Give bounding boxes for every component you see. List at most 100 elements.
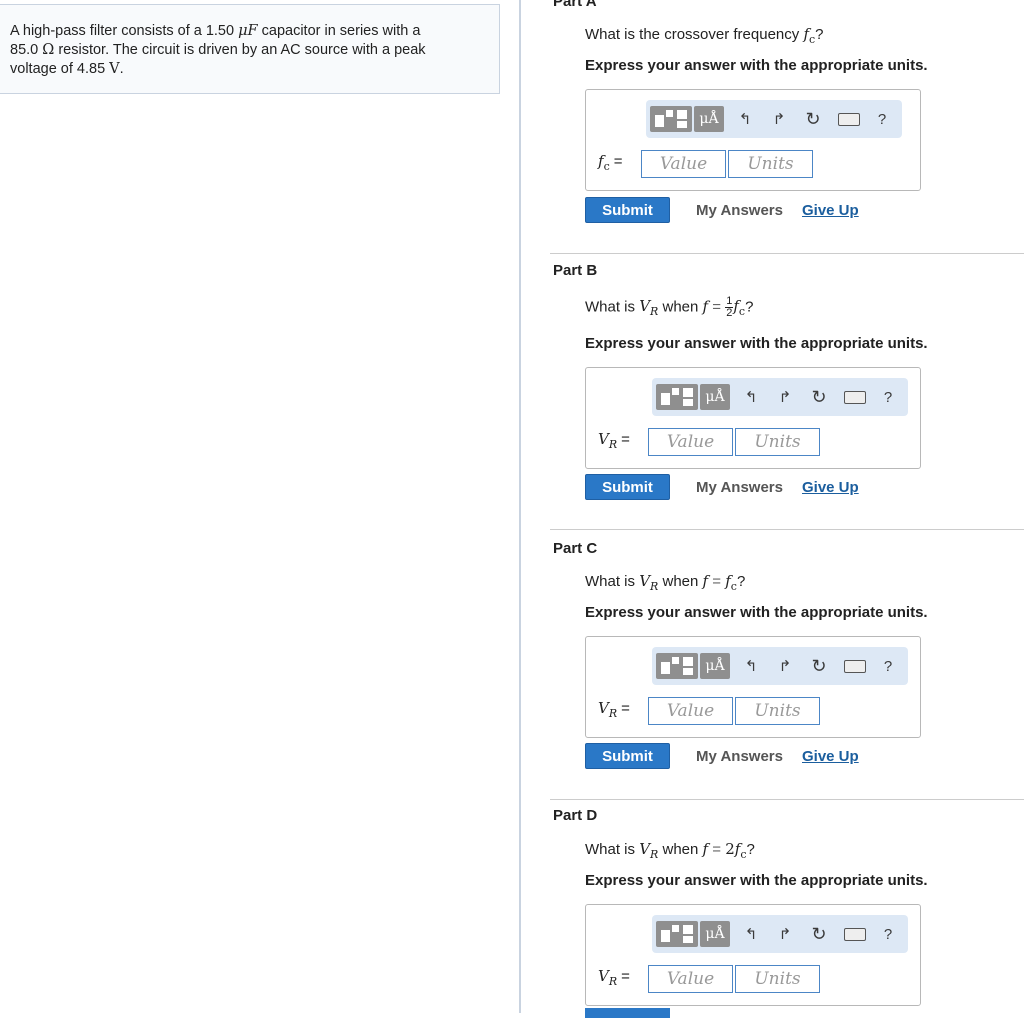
- redo-icon[interactable]: ↱: [774, 921, 796, 947]
- part-a-units-input[interactable]: Units: [728, 150, 813, 178]
- question-text: when: [662, 298, 699, 316]
- reset-icon[interactable]: ↻: [802, 106, 824, 132]
- label-var: V: [598, 967, 609, 985]
- problem-statement: A high-pass filter consists of a 1.50 μF…: [0, 4, 500, 94]
- problem-line-1: A high-pass filter consists of a 1.50 μF…: [10, 22, 489, 41]
- part-b-answer-panel: μÅ ↰ ↱ ↻ ? VR = Value Units: [585, 367, 921, 469]
- part-separator: [550, 529, 1024, 530]
- part-b-my-answers-link[interactable]: My Answers: [696, 479, 783, 496]
- part-c-give-up-link[interactable]: Give Up: [802, 748, 859, 765]
- label-sub: R: [608, 707, 618, 720]
- part-a-my-answers-link[interactable]: My Answers: [696, 202, 783, 219]
- help-icon[interactable]: ?: [878, 921, 898, 947]
- redo-icon[interactable]: ↱: [774, 653, 796, 679]
- question-var: VR: [639, 572, 659, 593]
- part-c-question: What is VR when f = fc?: [585, 572, 745, 593]
- var-v: V: [639, 297, 651, 316]
- part-a-give-up-link[interactable]: Give Up: [802, 202, 859, 219]
- capacitance-unit: μF: [238, 23, 258, 39]
- part-d-units-input[interactable]: Units: [735, 965, 820, 993]
- units-icon[interactable]: μÅ: [700, 653, 730, 679]
- part-a-submit-button[interactable]: Submit: [585, 197, 670, 223]
- label-eq: =: [613, 153, 623, 170]
- question-text: What is: [585, 573, 636, 590]
- question-var: fc: [803, 25, 815, 46]
- var-v: V: [639, 840, 651, 858]
- units-icon[interactable]: μÅ: [694, 106, 724, 132]
- part-separator: [550, 799, 1024, 800]
- part-c-value-input[interactable]: Value: [648, 697, 733, 725]
- column-divider: [519, 0, 521, 1013]
- question-text: What is the crossover frequency: [585, 26, 800, 43]
- question-var: VR: [639, 840, 658, 861]
- question-text: when: [662, 841, 699, 858]
- label-eq: =: [621, 431, 630, 448]
- help-icon[interactable]: ?: [878, 653, 898, 679]
- keyboard-icon[interactable]: [842, 921, 868, 947]
- units-icon[interactable]: μÅ: [700, 384, 730, 410]
- keyboard-icon[interactable]: [842, 653, 868, 679]
- question-text: when: [662, 573, 699, 590]
- keyboard-icon[interactable]: [842, 384, 868, 410]
- part-d-answer-label: VR =: [598, 967, 630, 988]
- label-sub: R: [608, 975, 618, 988]
- question-text: What is: [585, 841, 636, 858]
- var-sub: R: [650, 305, 659, 319]
- var-sub: R: [650, 580, 659, 593]
- template-icon[interactable]: [656, 653, 698, 679]
- question-mark: ?: [746, 841, 755, 858]
- part-c-title: Part C: [553, 540, 598, 557]
- question-mark: ?: [745, 298, 754, 316]
- help-icon[interactable]: ?: [878, 384, 898, 410]
- part-c-answer-label: VR =: [598, 699, 630, 720]
- keyboard-icon[interactable]: [836, 106, 862, 132]
- part-d-submit-button[interactable]: [585, 1008, 670, 1018]
- question-mark: ?: [815, 26, 824, 43]
- part-b-value-input[interactable]: Value: [648, 428, 733, 456]
- reset-icon[interactable]: ↻: [808, 384, 830, 410]
- part-a-toolbar: μÅ ↰ ↱ ↻ ?: [646, 100, 902, 138]
- part-a-title: Part A: [553, 0, 597, 10]
- part-b-question: What is VR when f = 1 2 fc?: [585, 296, 753, 319]
- units-icon[interactable]: μÅ: [700, 921, 730, 947]
- reset-icon[interactable]: ↻: [808, 921, 830, 947]
- label-sub: R: [608, 438, 618, 451]
- part-b-give-up-link[interactable]: Give Up: [802, 479, 859, 496]
- problem-line-3: voltage of 4.85 V.: [10, 60, 489, 79]
- undo-icon[interactable]: ↰: [734, 106, 756, 132]
- template-icon[interactable]: [656, 384, 698, 410]
- redo-icon[interactable]: ↱: [774, 384, 796, 410]
- undo-icon[interactable]: ↰: [740, 653, 762, 679]
- rhs-var: fc: [733, 297, 745, 318]
- voltage-unit: V: [109, 61, 120, 77]
- ohm-unit: Ω: [42, 42, 55, 58]
- part-b-units-input[interactable]: Units: [735, 428, 820, 456]
- problem-text: .: [119, 61, 124, 77]
- undo-icon[interactable]: ↰: [740, 384, 762, 410]
- part-b-title: Part B: [553, 262, 598, 279]
- var-v: V: [639, 572, 651, 590]
- problem-text: resistor. The circuit is driven by an AC…: [58, 42, 426, 58]
- part-c-my-answers-link[interactable]: My Answers: [696, 748, 783, 765]
- part-a-value-input[interactable]: Value: [641, 150, 726, 178]
- reset-icon[interactable]: ↻: [808, 653, 830, 679]
- part-b-instruction: Express your answer with the appropriate…: [585, 335, 928, 352]
- coefficient: 2: [725, 840, 735, 858]
- label-eq: =: [621, 968, 630, 985]
- part-b-toolbar: μÅ ↰ ↱ ↻ ?: [652, 378, 908, 416]
- part-c-units-input[interactable]: Units: [735, 697, 820, 725]
- part-c-submit-button[interactable]: Submit: [585, 743, 670, 769]
- question-mark: ?: [736, 573, 746, 590]
- equals-sign: =: [712, 298, 722, 316]
- part-b-submit-button[interactable]: Submit: [585, 474, 670, 500]
- problem-line-2: 85.0 Ω resistor. The circuit is driven b…: [10, 41, 489, 60]
- help-icon[interactable]: ?: [872, 106, 892, 132]
- part-d-value-input[interactable]: Value: [648, 965, 733, 993]
- template-icon[interactable]: [650, 106, 692, 132]
- redo-icon[interactable]: ↱: [768, 106, 790, 132]
- var-f: f: [702, 572, 709, 590]
- rhs-var: fc: [725, 572, 737, 593]
- part-d-question: What is VR when f = 2fc?: [585, 840, 755, 861]
- template-icon[interactable]: [656, 921, 698, 947]
- undo-icon[interactable]: ↰: [740, 921, 762, 947]
